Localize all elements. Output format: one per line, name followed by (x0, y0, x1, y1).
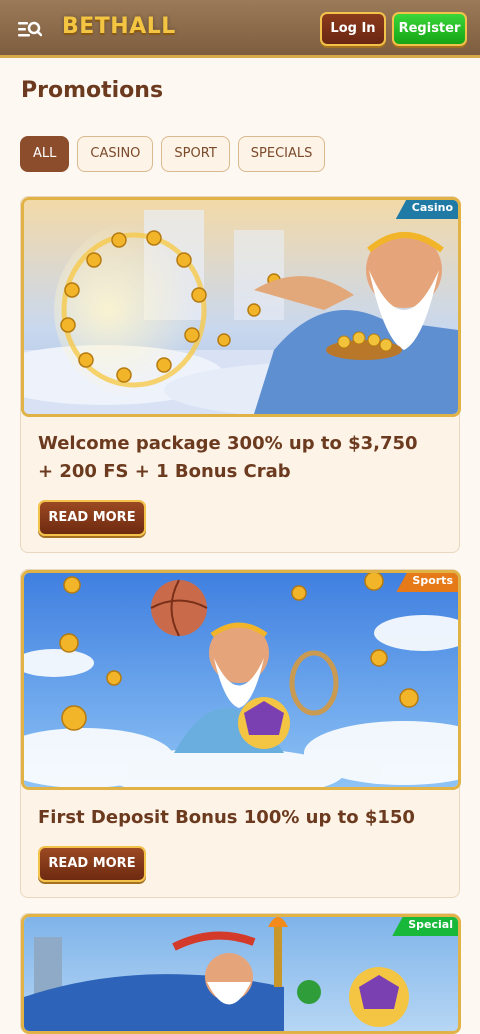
bethall-logo[interactable]: BETHALL (62, 14, 176, 39)
read-more-button[interactable]: READ MORE (38, 846, 146, 882)
read-more-button[interactable]: READ MORE (38, 500, 146, 536)
promo-card-special: Special (20, 913, 461, 1034)
promo-image-zeus-special[interactable]: Special (21, 914, 461, 1034)
promo-title-line2: + 200 FS + 1 Bonus Crab (38, 461, 291, 482)
filter-casino[interactable]: CASINO (77, 136, 154, 172)
page-title: Promotions (21, 78, 164, 103)
filter-specials[interactable]: SPECIALS (237, 136, 326, 172)
promo-title-line1: First Deposit Bonus 100% up to $150 (38, 807, 415, 828)
promo-card-welcome: Casino Welcome package 300% up to $3,750… (20, 196, 461, 553)
promo-image-zeus-sports[interactable]: Sports (21, 570, 461, 790)
filter-all[interactable]: ALL (20, 136, 70, 172)
promo-image-zeus-casino[interactable]: Casino (21, 197, 461, 417)
menu-search-icon[interactable] (18, 19, 43, 39)
header: BETHALL Log In Register (0, 0, 480, 58)
login-button[interactable]: Log In (320, 12, 386, 46)
register-button[interactable]: Register (392, 12, 467, 46)
promo-filter-tabs: ALL CASINO SPORT SPECIALS (20, 136, 326, 172)
promo-title-line1: Welcome package 300% up to $3,750 (38, 433, 418, 454)
promo-card-first-deposit: Sports First Deposit Bonus 100% up to $1… (20, 569, 461, 898)
filter-sport[interactable]: SPORT (161, 136, 230, 172)
promo-tag-special: Special (392, 917, 458, 936)
